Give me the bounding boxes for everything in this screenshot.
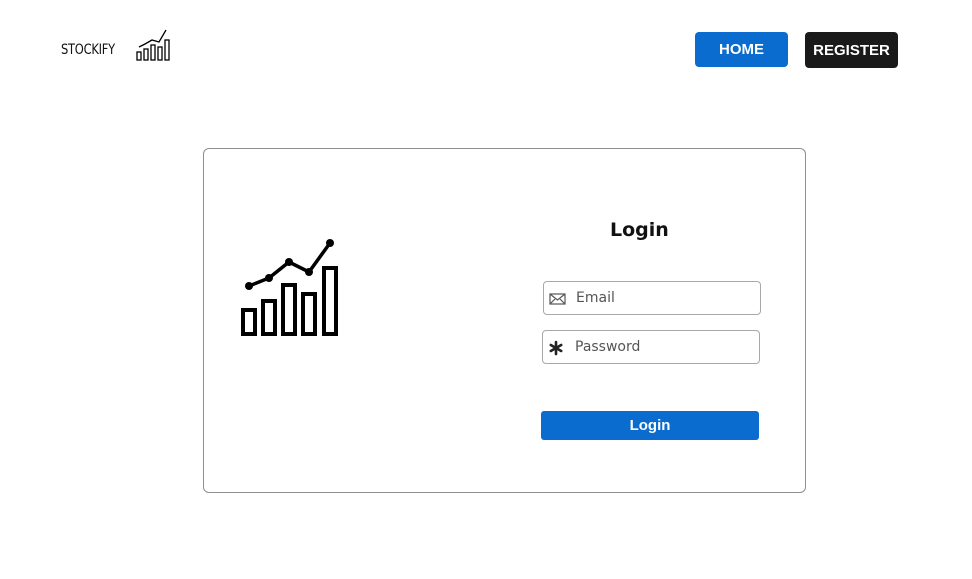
- login-button[interactable]: Login: [541, 411, 759, 440]
- asterisk-icon: [549, 340, 563, 356]
- home-button[interactable]: HOME: [695, 32, 788, 67]
- stock-chart-icon: [241, 239, 338, 336]
- brand-name: STOCKIFY: [61, 42, 115, 58]
- register-button[interactable]: REGISTER: [805, 32, 898, 68]
- password-input[interactable]: [575, 331, 755, 363]
- stock-chart-icon: [136, 29, 170, 61]
- envelope-icon: [549, 293, 566, 305]
- email-input[interactable]: [576, 282, 756, 314]
- password-field[interactable]: [542, 330, 760, 364]
- email-field[interactable]: [543, 281, 761, 315]
- login-title: Login: [610, 219, 669, 241]
- login-card: Login Login: [203, 148, 806, 493]
